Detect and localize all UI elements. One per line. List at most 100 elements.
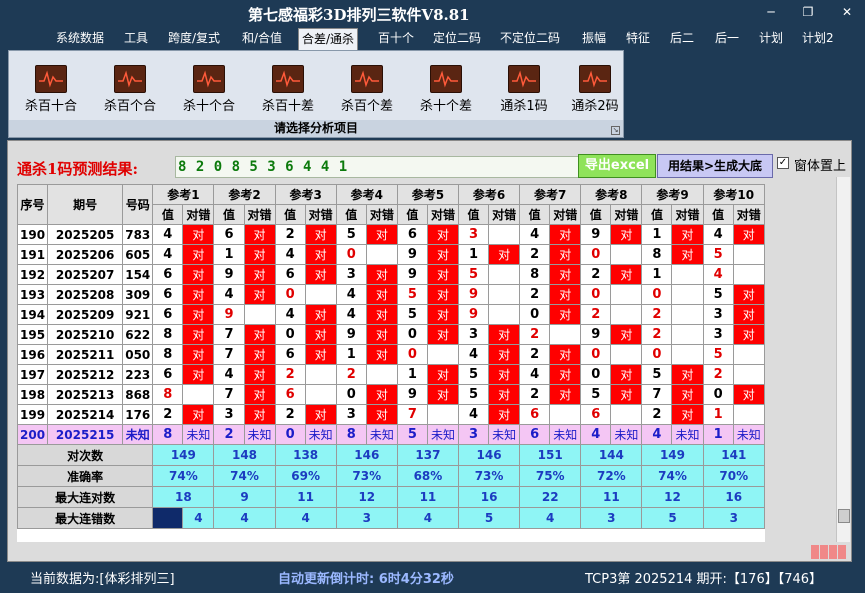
expand-icon[interactable]: ↘ — [611, 126, 620, 135]
ribbon-button[interactable]: 杀百个合 — [96, 65, 164, 119]
value-cell: 9 — [213, 304, 245, 325]
value-cell: 8 — [641, 244, 673, 265]
value-cell: 2 — [152, 404, 184, 425]
value-cell: 5 — [396, 304, 428, 325]
stats-value: 144 — [580, 444, 643, 466]
table-row[interactable]: 193 2025208 309 6 对 4 对 0 4 对 5 对 9 2 对 0 0 5 对 — [17, 284, 765, 305]
stats-value: 146 — [457, 444, 521, 466]
menu-item[interactable]: 定位二码 — [430, 30, 484, 48]
ribbon-button[interactable]: 杀十个合 — [175, 65, 243, 119]
table-row[interactable]: 194 2025209 921 6 对 9 4 对 4 对 5 对 9 0 对 2 2 3 对 — [17, 304, 765, 325]
vertical-scrollbar[interactable] — [836, 177, 850, 542]
table-row[interactable]: 192 2025207 154 6 对 9 对 6 对 3 对 9 对 5 8 对 2 对 1 4 — [17, 264, 765, 285]
value-cell: 2 — [335, 364, 367, 385]
period-cell: 2025213 — [47, 384, 124, 405]
minimize-icon[interactable]: ─ — [762, 5, 780, 19]
value-cell: 7 — [213, 344, 245, 365]
number-cell: 622 — [122, 324, 154, 345]
hit-cell: 对 — [243, 284, 276, 305]
value-cell: 3 — [335, 264, 367, 285]
hit-cell: 对 — [365, 224, 398, 245]
value-cell: 9 — [396, 264, 428, 285]
column-header: 序号 — [17, 184, 49, 225]
stats-value: 74% — [152, 465, 215, 487]
value-cell: 8 — [335, 424, 367, 445]
value-cell: 2 — [519, 244, 551, 265]
menu-item[interactable]: 系统数据 — [53, 30, 107, 48]
chart-icon — [114, 65, 146, 93]
status-cell: 未知 — [732, 424, 765, 445]
hit-cell: 对 — [426, 364, 460, 385]
miss-cell — [304, 284, 337, 305]
table-row[interactable]: 197 2025212 223 6 对 4 对 2 2 1 对 5 对 4 对 0 对 5 对 2 — [17, 364, 765, 385]
menu-item[interactable]: 振幅 — [579, 30, 609, 48]
value-cell: 0 — [702, 384, 734, 405]
generate-base-button[interactable]: 用结果>生成大底 — [657, 154, 773, 178]
stats-value: 16 — [702, 486, 765, 508]
ribbon-button[interactable]: 杀百十合 — [17, 65, 85, 119]
table-row[interactable]: 195 2025210 622 8 对 7 对 0 对 9 对 0 对 3 对 2 9 对 2 3 对 — [17, 324, 765, 345]
hit-cell: 对 — [549, 364, 582, 385]
value-cell: 4 — [702, 224, 734, 245]
ribbon-button[interactable]: 通杀1码 — [490, 65, 558, 119]
value-cell: 9 — [213, 264, 245, 285]
stats-value: 148 — [213, 444, 276, 466]
value-cell: 1 — [641, 224, 673, 245]
menu-item[interactable]: 和/合值 — [239, 30, 285, 48]
table-row[interactable]: 196 2025211 050 8 对 7 对 6 对 1 对 0 4 对 2 对 0 0 5 — [17, 344, 765, 365]
value-cell: 2 — [702, 364, 734, 385]
restore-icon[interactable]: ❐ — [799, 5, 817, 19]
menu-item[interactable]: 特征 — [623, 30, 653, 48]
seq-cell: 197 — [17, 364, 49, 385]
value-cell: 2 — [274, 224, 306, 245]
table-row[interactable]: 199 2025214 176 2 对 3 对 2 对 3 对 7 4 对 6 6 2 对 1 — [17, 404, 765, 425]
status-cell: 未知 — [182, 424, 215, 445]
stats-row: 最大连对数 18 9 11 12 11 16 22 11 12 16 — [17, 486, 765, 508]
menu-item-active[interactable]: 合差/通杀 — [298, 28, 359, 50]
value-cell: 6 — [580, 404, 612, 425]
hit-cell: 对 — [304, 304, 337, 325]
value-cell: 2 — [580, 264, 612, 285]
value-header: 值 — [335, 204, 367, 225]
value-cell: 4 — [580, 424, 612, 445]
menu-item[interactable]: 百十个 — [375, 30, 417, 48]
ribbon-button[interactable]: 通杀2码 — [561, 65, 629, 119]
menu-item[interactable]: 跨度/复式 — [165, 30, 223, 48]
ribbon-caption: 请选择分析项目 — [9, 120, 623, 137]
table-row[interactable]: 190 2025205 783 4 对 6 对 2 对 5 对 6 对 3 4 对 9 对 1 对 4 对 — [17, 224, 765, 245]
menu-item[interactable]: 计划 — [756, 30, 786, 48]
value-cell: 0 — [335, 384, 367, 405]
period-cell: 2025207 — [47, 264, 124, 285]
hit-cell: 对 — [182, 404, 215, 425]
value-cell: 5 — [702, 344, 734, 365]
value-cell: 6 — [519, 404, 551, 425]
menu-item[interactable]: 工具 — [121, 30, 151, 48]
menu-item[interactable]: 不定位二码 — [497, 30, 563, 48]
ribbon-button[interactable]: 杀百十差 — [254, 65, 322, 119]
ribbon-button[interactable]: 杀十个差 — [412, 65, 480, 119]
miss-cell — [610, 284, 643, 305]
menu-item[interactable]: 计划2 — [799, 30, 837, 48]
menu-item[interactable]: 后二 — [667, 30, 697, 48]
number-cell: 223 — [122, 364, 154, 385]
stats-value: 11 — [580, 486, 643, 508]
export-excel-button[interactable]: 导出excel — [578, 154, 656, 178]
close-icon[interactable]: ✕ — [838, 5, 856, 19]
value-cell: 5 — [335, 224, 367, 245]
analysis-panel: 通杀1码预测结果: 8 2 0 8 5 3 6 4 4 1 导出excel 用结… — [7, 140, 852, 562]
hit-cell: 对 — [182, 304, 215, 325]
miss-cell — [426, 404, 460, 425]
value-cell: 0 — [396, 324, 428, 345]
prediction-row[interactable]: 200 2025215 未知 8 未知 2 未知 0 未知 8 未知 5 未知 3 未知 6 未知 4 未知 4 未知 1… — [17, 424, 765, 445]
number-cell: 605 — [122, 244, 154, 265]
ribbon-button[interactable]: 杀百个差 — [333, 65, 401, 119]
stats-value: 146 — [335, 444, 398, 466]
table-row[interactable]: 191 2025206 605 4 对 1 对 4 对 0 9 对 1 对 2 对 0 8 对 5 — [17, 244, 765, 265]
scrollbar-thumb[interactable] — [838, 509, 850, 523]
value-cell: 0 — [580, 284, 612, 305]
menu-item[interactable]: 后一 — [712, 30, 742, 48]
value-cell: 6 — [213, 224, 245, 245]
pin-checkbox[interactable]: ✓ — [777, 157, 789, 169]
table-row[interactable]: 198 2025213 868 8 7 对 6 0 对 9 对 5 对 2 对 5 对 7 对 0 对 — [17, 384, 765, 405]
status-cell: 未知 — [365, 424, 398, 445]
